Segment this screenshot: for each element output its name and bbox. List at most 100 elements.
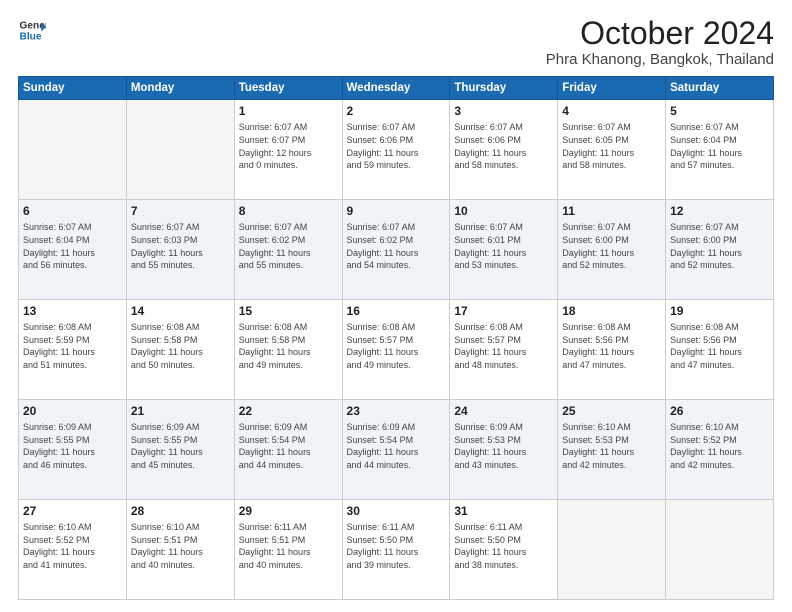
day-info: Sunrise: 6:07 AM Sunset: 6:02 PM Dayligh… [347, 221, 446, 271]
title-block: October 2024 Phra Khanong, Bangkok, Thai… [546, 16, 774, 68]
calendar-cell: 12 Sunrise: 6:07 AM Sunset: 6:00 PM Dayli… [666, 200, 774, 300]
day-info: Sunrise: 6:07 AM Sunset: 6:01 PM Dayligh… [454, 221, 553, 271]
day-info: Sunrise: 6:08 AM Sunset: 5:56 PM Dayligh… [562, 321, 661, 371]
header-saturday: Saturday [666, 77, 774, 100]
calendar-cell: 6 Sunrise: 6:07 AM Sunset: 6:04 PM Daylig… [19, 200, 127, 300]
day-number: 28 [131, 503, 230, 519]
day-info: Sunrise: 6:07 AM Sunset: 6:04 PM Dayligh… [23, 221, 122, 271]
day-info: Sunrise: 6:10 AM Sunset: 5:52 PM Dayligh… [670, 421, 769, 471]
calendar-cell: 20 Sunrise: 6:09 AM Sunset: 5:55 PM Dayli… [19, 400, 127, 500]
calendar-cell: 29 Sunrise: 6:11 AM Sunset: 5:51 PM Dayli… [234, 500, 342, 600]
day-info: Sunrise: 6:07 AM Sunset: 6:06 PM Dayligh… [347, 121, 446, 171]
main-title: October 2024 [546, 16, 774, 51]
calendar-cell: 9 Sunrise: 6:07 AM Sunset: 6:02 PM Daylig… [342, 200, 450, 300]
calendar-cell [126, 100, 234, 200]
calendar-cell: 21 Sunrise: 6:09 AM Sunset: 5:55 PM Dayli… [126, 400, 234, 500]
day-number: 29 [239, 503, 338, 519]
calendar-week-row: 6 Sunrise: 6:07 AM Sunset: 6:04 PM Daylig… [19, 200, 774, 300]
header-thursday: Thursday [450, 77, 558, 100]
day-info: Sunrise: 6:09 AM Sunset: 5:54 PM Dayligh… [239, 421, 338, 471]
day-number: 2 [347, 103, 446, 119]
calendar-cell: 8 Sunrise: 6:07 AM Sunset: 6:02 PM Daylig… [234, 200, 342, 300]
day-number: 17 [454, 303, 553, 319]
day-number: 6 [23, 203, 122, 219]
header-monday: Monday [126, 77, 234, 100]
day-info: Sunrise: 6:07 AM Sunset: 6:05 PM Dayligh… [562, 121, 661, 171]
day-info: Sunrise: 6:07 AM Sunset: 6:00 PM Dayligh… [562, 221, 661, 271]
day-number: 25 [562, 403, 661, 419]
day-number: 7 [131, 203, 230, 219]
calendar-cell: 27 Sunrise: 6:10 AM Sunset: 5:52 PM Dayli… [19, 500, 127, 600]
day-info: Sunrise: 6:07 AM Sunset: 6:04 PM Dayligh… [670, 121, 769, 171]
day-number: 4 [562, 103, 661, 119]
day-info: Sunrise: 6:11 AM Sunset: 5:50 PM Dayligh… [454, 521, 553, 571]
logo-icon: General Blue [18, 16, 46, 44]
day-number: 21 [131, 403, 230, 419]
day-number: 3 [454, 103, 553, 119]
day-number: 13 [23, 303, 122, 319]
day-number: 9 [347, 203, 446, 219]
day-number: 19 [670, 303, 769, 319]
calendar-cell: 11 Sunrise: 6:07 AM Sunset: 6:00 PM Dayli… [558, 200, 666, 300]
day-info: Sunrise: 6:09 AM Sunset: 5:53 PM Dayligh… [454, 421, 553, 471]
calendar-cell: 7 Sunrise: 6:07 AM Sunset: 6:03 PM Daylig… [126, 200, 234, 300]
day-number: 22 [239, 403, 338, 419]
day-number: 31 [454, 503, 553, 519]
calendar-cell: 2 Sunrise: 6:07 AM Sunset: 6:06 PM Daylig… [342, 100, 450, 200]
day-info: Sunrise: 6:07 AM Sunset: 6:06 PM Dayligh… [454, 121, 553, 171]
day-info: Sunrise: 6:08 AM Sunset: 5:57 PM Dayligh… [454, 321, 553, 371]
day-number: 27 [23, 503, 122, 519]
calendar-week-row: 20 Sunrise: 6:09 AM Sunset: 5:55 PM Dayli… [19, 400, 774, 500]
calendar-table: Sunday Monday Tuesday Wednesday Thursday… [18, 76, 774, 600]
day-info: Sunrise: 6:07 AM Sunset: 6:03 PM Dayligh… [131, 221, 230, 271]
day-number: 8 [239, 203, 338, 219]
calendar-cell: 22 Sunrise: 6:09 AM Sunset: 5:54 PM Dayli… [234, 400, 342, 500]
svg-text:Blue: Blue [20, 31, 42, 42]
subtitle: Phra Khanong, Bangkok, Thailand [546, 51, 774, 68]
day-number: 10 [454, 203, 553, 219]
day-info: Sunrise: 6:08 AM Sunset: 5:58 PM Dayligh… [239, 321, 338, 371]
day-number: 24 [454, 403, 553, 419]
day-number: 12 [670, 203, 769, 219]
day-number: 30 [347, 503, 446, 519]
calendar-cell: 14Sunrise: 6:08 AM Sunset: 5:58 PM Dayli… [126, 300, 234, 400]
day-number: 11 [562, 203, 661, 219]
calendar-cell: 16Sunrise: 6:08 AM Sunset: 5:57 PM Dayli… [342, 300, 450, 400]
day-info: Sunrise: 6:08 AM Sunset: 5:57 PM Dayligh… [347, 321, 446, 371]
header-friday: Friday [558, 77, 666, 100]
calendar-cell [558, 500, 666, 600]
day-info: Sunrise: 6:11 AM Sunset: 5:51 PM Dayligh… [239, 521, 338, 571]
day-info: Sunrise: 6:11 AM Sunset: 5:50 PM Dayligh… [347, 521, 446, 571]
day-info: Sunrise: 6:09 AM Sunset: 5:55 PM Dayligh… [23, 421, 122, 471]
page: General Blue October 2024 Phra Khanong, … [0, 0, 792, 612]
day-info: Sunrise: 6:10 AM Sunset: 5:51 PM Dayligh… [131, 521, 230, 571]
calendar-cell: 10 Sunrise: 6:07 AM Sunset: 6:01 PM Dayli… [450, 200, 558, 300]
calendar-cell: 30 Sunrise: 6:11 AM Sunset: 5:50 PM Dayli… [342, 500, 450, 600]
calendar-cell: 28 Sunrise: 6:10 AM Sunset: 5:51 PM Dayli… [126, 500, 234, 600]
calendar-cell: 19Sunrise: 6:08 AM Sunset: 5:56 PM Dayli… [666, 300, 774, 400]
weekday-header-row: Sunday Monday Tuesday Wednesday Thursday… [19, 77, 774, 100]
calendar-cell: 26Sunrise: 6:10 AM Sunset: 5:52 PM Dayli… [666, 400, 774, 500]
day-info: Sunrise: 6:10 AM Sunset: 5:52 PM Dayligh… [23, 521, 122, 571]
day-number: 23 [347, 403, 446, 419]
day-info: Sunrise: 6:09 AM Sunset: 5:55 PM Dayligh… [131, 421, 230, 471]
day-number: 5 [670, 103, 769, 119]
calendar-cell: 25Sunrise: 6:10 AM Sunset: 5:53 PM Dayli… [558, 400, 666, 500]
calendar-cell [666, 500, 774, 600]
calendar-cell: 4 Sunrise: 6:07 AM Sunset: 6:05 PM Daylig… [558, 100, 666, 200]
calendar-week-row: 27 Sunrise: 6:10 AM Sunset: 5:52 PM Dayli… [19, 500, 774, 600]
calendar-cell: 17 Sunrise: 6:08 AM Sunset: 5:57 PM Dayli… [450, 300, 558, 400]
header-sunday: Sunday [19, 77, 127, 100]
calendar-cell: 18 Sunrise: 6:08 AM Sunset: 5:56 PM Dayli… [558, 300, 666, 400]
day-info: Sunrise: 6:07 AM Sunset: 6:02 PM Dayligh… [239, 221, 338, 271]
calendar-cell: 3 Sunrise: 6:07 AM Sunset: 6:06 PM Daylig… [450, 100, 558, 200]
calendar-cell: 13Sunrise: 6:08 AM Sunset: 5:59 PM Dayli… [19, 300, 127, 400]
calendar-cell: 5 Sunrise: 6:07 AM Sunset: 6:04 PM Daylig… [666, 100, 774, 200]
calendar-cell: 23Sunrise: 6:09 AM Sunset: 5:54 PM Dayli… [342, 400, 450, 500]
day-info: Sunrise: 6:07 AM Sunset: 6:00 PM Dayligh… [670, 221, 769, 271]
day-number: 18 [562, 303, 661, 319]
header: General Blue October 2024 Phra Khanong, … [18, 16, 774, 68]
calendar-cell [19, 100, 127, 200]
calendar-cell: 31 Sunrise: 6:11 AM Sunset: 5:50 PM Dayli… [450, 500, 558, 600]
day-number: 20 [23, 403, 122, 419]
